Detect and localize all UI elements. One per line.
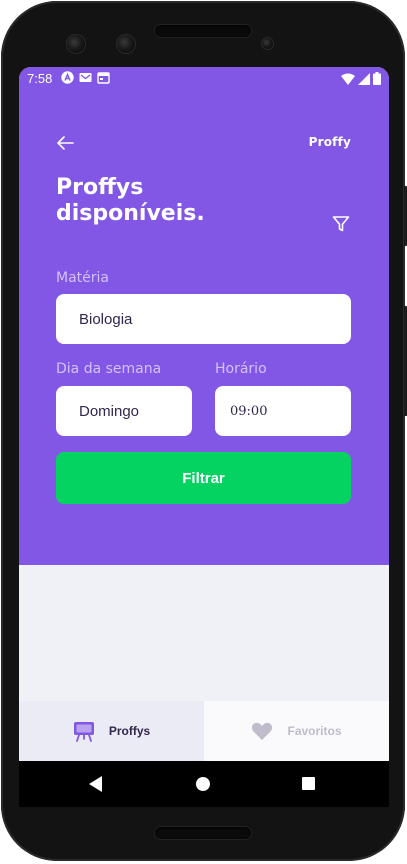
tab-proffys[interactable]: Proffys	[19, 701, 204, 761]
bottom-tab-bar: Proffys Favoritos	[19, 701, 389, 761]
battery-icon	[373, 72, 381, 85]
calendar-icon	[97, 72, 110, 84]
app-a-icon	[61, 71, 74, 84]
mail-icon	[79, 73, 92, 82]
brand-logo: Proffy	[308, 135, 351, 149]
time-input[interactable]: 09:00	[215, 386, 351, 436]
subject-input[interactable]: Biologia	[56, 294, 351, 344]
nav-back-icon[interactable]	[89, 776, 103, 792]
page-title: Proffys disponíveis.	[56, 175, 205, 226]
status-bar: 7:58	[19, 67, 389, 91]
device-screen: 7:58 Proffy Proffys disponíveis. Matéria…	[19, 67, 389, 807]
status-time: 7:58	[27, 71, 53, 86]
sensor-icon	[262, 38, 273, 49]
nav-recents-icon[interactable]	[302, 777, 315, 790]
subject-label: Matéria	[56, 270, 109, 286]
notification-icons	[61, 71, 110, 84]
system-icons	[341, 72, 381, 85]
time-label: Horário	[215, 361, 267, 377]
tab-label: Favoritos	[287, 724, 342, 738]
wifi-icon	[341, 73, 355, 85]
heart-icon	[252, 722, 273, 740]
easel-icon	[73, 722, 94, 742]
phone-frame: 7:58 Proffy Proffys disponíveis. Matéria…	[1, 1, 407, 861]
front-camera-icon	[67, 35, 85, 53]
filter-icon[interactable]	[332, 215, 350, 233]
tab-label: Proffys	[108, 724, 151, 738]
back-arrow-icon[interactable]	[55, 133, 75, 153]
nav-home-icon[interactable]	[196, 777, 210, 791]
weekday-input[interactable]: Domingo	[56, 386, 192, 436]
bottom-speaker	[155, 827, 251, 839]
weekday-label: Dia da semana	[56, 361, 162, 377]
page-header: Proffy Proffys disponíveis. Matéria Biol…	[19, 91, 389, 565]
front-camera-icon	[117, 35, 135, 53]
tab-favoritos[interactable]: Favoritos	[204, 701, 389, 761]
filter-button[interactable]: Filtrar	[56, 452, 351, 504]
earpiece-speaker	[155, 25, 251, 37]
signal-icon	[358, 72, 370, 85]
android-nav-bar	[19, 761, 389, 807]
